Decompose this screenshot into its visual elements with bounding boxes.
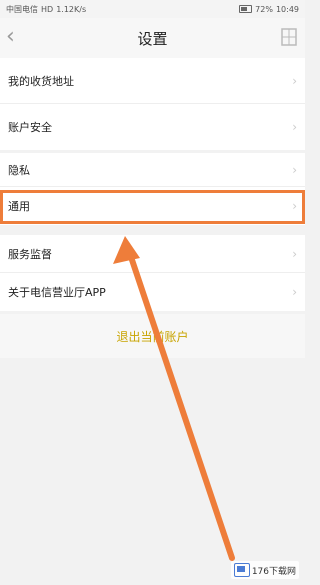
chevron-right-icon: › <box>292 120 297 134</box>
settings-item-label: 通用 <box>8 200 30 213</box>
qr-grid-icon[interactable] <box>281 28 297 46</box>
chevron-right-icon: › <box>292 199 297 213</box>
battery-icon <box>239 5 253 13</box>
carrier-label: 中国电信 <box>6 4 38 14</box>
chevron-right-icon: › <box>292 285 297 299</box>
chevron-right-icon: › <box>292 162 297 177</box>
settings-item-label: 关于电信营业厅APP <box>8 286 106 299</box>
settings-item-service-supervision[interactable]: 服务监督 › <box>0 235 305 273</box>
chevron-right-icon: › <box>292 73 297 88</box>
settings-item-security[interactable]: 账户安全 › <box>0 104 305 150</box>
clock: 10:49 <box>275 4 299 14</box>
settings-item-address[interactable]: 我的收货地址 › <box>0 58 305 104</box>
chevron-left-icon[interactable]: ‹ <box>6 26 15 48</box>
logout-button[interactable]: 退出当前账户 <box>0 314 305 358</box>
battery-percent: 72% <box>255 4 273 14</box>
watermark-logo-icon <box>233 563 250 577</box>
settings-item-label: 服务监督 <box>8 247 52 261</box>
settings-item-about-app[interactable]: 关于电信营业厅APP › <box>0 273 305 311</box>
settings-item-label: 隐私 <box>8 163 30 177</box>
settings-item-label: 我的收货地址 <box>8 74 74 88</box>
settings-group-account: 我的收货地址 › 账户安全 › <box>0 58 305 150</box>
settings-group-about: 服务监督 › 关于电信营业厅APP › <box>0 235 305 311</box>
watermark-text: 176下载网 <box>251 566 296 577</box>
network-speed: 1.12K/s <box>56 4 87 14</box>
network-badge: HD <box>41 4 54 14</box>
settings-item-label: 账户安全 <box>8 121 52 134</box>
nav-bar: ‹ 设置 <box>0 18 305 58</box>
page-title: 设置 <box>137 29 168 48</box>
status-bar: 中国电信 HD 1.12K/s 72% 10:49 <box>0 0 305 18</box>
settings-item-privacy[interactable]: 隐私 › <box>0 153 305 187</box>
settings-group-general: 隐私 › 通用 › <box>0 153 305 225</box>
settings-item-general[interactable]: 通用 › <box>0 187 305 225</box>
chevron-right-icon: › <box>292 246 297 261</box>
watermark: 176下载网 <box>230 561 299 579</box>
